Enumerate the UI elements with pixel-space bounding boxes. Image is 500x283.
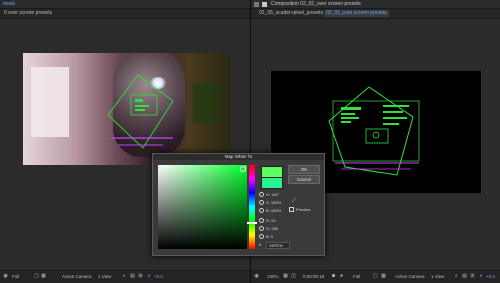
radio-icon[interactable]	[259, 234, 264, 240]
hue-row[interactable]: H: 115°	[259, 192, 279, 198]
dialog-title: Map White To	[153, 154, 324, 160]
hex-input[interactable]: 33FF00	[266, 242, 290, 249]
hex-label: #	[259, 242, 262, 247]
green-value[interactable]: 255	[271, 226, 278, 231]
right-viewer-footer: ◉ 100% ▦ ◫ 0:00:00:18 ◙ ● Full ▢ ▦ Activ…	[251, 270, 500, 283]
left-tab-bar: mask	[0, 0, 250, 9]
left-subtab-bar: 0 over screen presets	[0, 9, 250, 19]
exposure-icon[interactable]: ◑	[478, 274, 483, 279]
radio-icon[interactable]	[259, 226, 264, 232]
region-of-interest-icon[interactable]: ▢	[34, 274, 39, 279]
hue-slider[interactable]	[249, 165, 255, 249]
flowchart-icon[interactable]: ⊞	[470, 274, 475, 279]
transparency-grid-icon[interactable]: ▦	[381, 274, 386, 279]
snapshot-icon[interactable]: ◉	[254, 274, 259, 279]
show-channel-icon[interactable]: ●	[339, 274, 344, 279]
left-magnification-select[interactable]: Full	[12, 274, 19, 280]
radio-icon[interactable]	[259, 200, 264, 206]
preview-checkbox-row[interactable]: Preview	[289, 207, 311, 213]
brightness-row[interactable]: B: 100%	[259, 208, 281, 214]
region-of-interest-icon[interactable]: ▢	[373, 274, 378, 279]
left-exposure-value[interactable]: +0.0	[154, 274, 163, 280]
transparency-grid-icon[interactable]: ▦	[41, 274, 46, 279]
lock-icon[interactable]	[254, 1, 259, 7]
green-row[interactable]: G: 255	[259, 226, 278, 232]
flowchart-icon[interactable]: ⊞	[138, 274, 143, 279]
right-exposure-value[interactable]: +0.0	[486, 274, 495, 280]
cancel-button[interactable]: Cancel	[288, 175, 320, 184]
hud-overlay	[107, 74, 219, 149]
radio-icon[interactable]	[259, 192, 264, 198]
left-camera-select[interactable]: Active Camera	[62, 274, 92, 280]
right-subtab-bar: 02_05_scatter+pixel_presets 02_02_over s…	[251, 9, 500, 19]
red-value[interactable]: 24	[271, 218, 275, 223]
timecode[interactable]: 0:00:00:18	[303, 274, 324, 280]
exposure-icon[interactable]: ◑	[146, 274, 151, 279]
hue-slider-marker[interactable]	[247, 222, 257, 224]
left-subtab[interactable]: 0 over screen presets	[2, 10, 54, 17]
left-panel-tab[interactable]: mask	[3, 1, 15, 7]
field-label: G:	[266, 226, 271, 231]
left-viewer-footer: ◉ Full ▢ ▦ Active Camera 1 View ◐ ▤ ⊞ ◑ …	[0, 270, 250, 283]
saturation-value[interactable]: 100%	[271, 200, 281, 205]
ok-button[interactable]: OK	[288, 165, 320, 174]
timeline-icon[interactable]: ▤	[130, 274, 135, 279]
blue-row[interactable]: B: 0	[259, 234, 273, 240]
left-views-select[interactable]: 1 View	[98, 274, 111, 280]
current-color-swatch[interactable]	[261, 177, 283, 189]
field-label: R:	[266, 218, 270, 223]
snapshot-icon[interactable]: ◉	[3, 274, 8, 279]
right-magnification-select[interactable]: Full	[353, 274, 360, 280]
grid-icon[interactable]: ▦	[283, 274, 288, 279]
fast-preview-icon[interactable]: ◐	[122, 274, 127, 279]
color-field-marker[interactable]	[240, 166, 246, 172]
field-label: S:	[266, 200, 270, 205]
field-label: B:	[266, 234, 270, 239]
blue-value[interactable]: 0	[271, 234, 273, 239]
comp-icon	[262, 1, 267, 7]
radio-icon[interactable]	[259, 218, 264, 224]
field-label: H:	[266, 192, 270, 197]
mask-visibility-icon[interactable]: ◫	[291, 274, 296, 279]
fast-preview-icon[interactable]: ◐	[454, 274, 459, 279]
right-subtab-1[interactable]: 02_05_scatter+pixel_presets	[257, 10, 325, 17]
right-panel-tab[interactable]: Composition 02_02_over screen presets	[271, 1, 361, 7]
saturation-brightness-field[interactable]	[158, 165, 247, 249]
right-tab-bar: Composition 02_02_over screen presets	[251, 0, 500, 9]
left-footage-image	[23, 53, 230, 165]
radio-icon[interactable]	[259, 208, 264, 214]
red-row[interactable]: R: 24	[259, 218, 276, 224]
saturation-row[interactable]: S: 100%	[259, 200, 281, 206]
right-camera-select[interactable]: Active Camera	[395, 274, 425, 280]
preview-label: Preview	[296, 207, 311, 212]
right-subtab-2[interactable]: 02_02_over screen presets	[324, 10, 389, 17]
preview-checkbox[interactable]	[289, 207, 294, 213]
eyedropper-icon[interactable]: ⟋	[292, 198, 296, 205]
timeline-icon[interactable]: ▤	[462, 274, 467, 279]
brightness-value[interactable]: 100%	[271, 208, 281, 213]
camera-snapshot-icon[interactable]: ◙	[331, 274, 336, 279]
right-zoom-select[interactable]: 100%	[267, 274, 279, 280]
right-views-select[interactable]: 1 View	[431, 274, 444, 280]
field-label: B:	[266, 208, 270, 213]
color-picker-dialog: Map White To OK Cancel ⟋ Preview H: 115°…	[152, 153, 325, 256]
hue-value[interactable]: 115°	[271, 192, 279, 197]
